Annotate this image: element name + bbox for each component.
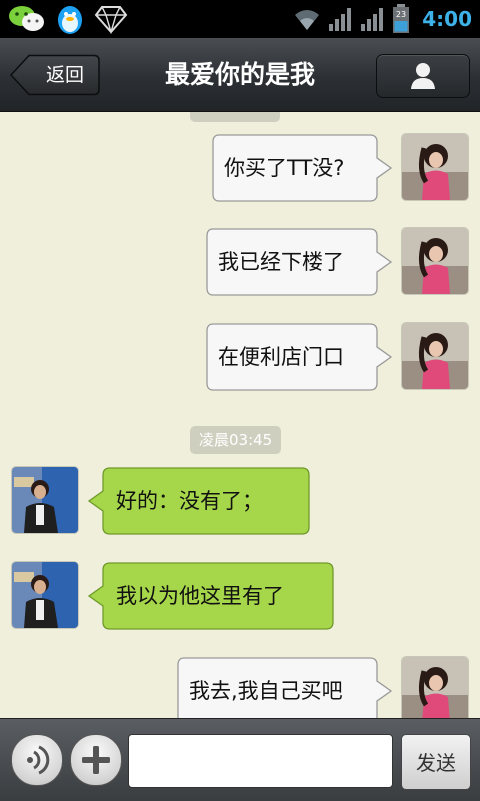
person-icon [411, 63, 435, 89]
status-bar: 23 4:00 [0, 0, 480, 38]
friend-avatar[interactable] [12, 562, 78, 628]
incoming-bubble[interactable]: 我以为他这里有了 [87, 562, 334, 630]
profile-button[interactable] [376, 54, 470, 98]
message-text: 我以为他这里有了 [116, 584, 284, 608]
page-title: 最爱你的是我 [164, 60, 315, 89]
message-text: 我已经下楼了 [218, 250, 344, 274]
qq-penguin-icon [58, 6, 82, 34]
message-input[interactable] [128, 734, 393, 788]
system-icons: 23 4:00 [292, 0, 472, 38]
my-avatar[interactable] [402, 657, 468, 718]
friend-avatar[interactable] [12, 467, 78, 533]
plus-icon [82, 746, 110, 774]
message-text: 你买了TT没? [224, 156, 345, 180]
message-text: 好的：没有了； [116, 489, 263, 513]
message-text: 在便利店门口 [218, 345, 344, 369]
clock: 4:00 [422, 7, 472, 31]
input-bar: 发送 [0, 718, 480, 801]
outgoing-bubble[interactable]: 你买了TT没? [212, 134, 394, 202]
voice-button[interactable] [11, 734, 63, 786]
signal-icon [361, 8, 384, 31]
message-text: 我去,我自己买吧 [189, 679, 343, 703]
wechat-icon [9, 6, 44, 31]
wifi-icon [295, 10, 320, 31]
my-avatar[interactable] [402, 134, 468, 200]
my-avatar[interactable] [402, 228, 468, 294]
outgoing-bubble[interactable]: 我去,我自己买吧 [177, 657, 394, 718]
chat-history[interactable]: 你买了TT没? 我已经下楼了 在便利店门口 凌晨03:45 好的：没有了； 我以… [0, 112, 480, 718]
back-label: 返回 [45, 64, 84, 86]
my-avatar[interactable] [402, 323, 468, 389]
outgoing-bubble[interactable]: 我已经下楼了 [206, 228, 394, 296]
send-button[interactable]: 发送 [401, 734, 471, 790]
notification-icons [8, 2, 128, 36]
back-button[interactable]: 返回 [10, 54, 100, 96]
voice-icon [27, 745, 50, 775]
signal-icon [329, 8, 352, 31]
timestamp-chip: 凌晨03:45 [190, 426, 282, 454]
timestamp-chip [190, 112, 280, 122]
header: 返回 最爱你的是我 [0, 38, 480, 112]
plus-button[interactable] [70, 734, 122, 786]
battery-level: 23 [396, 10, 406, 19]
battery-icon: 23 [393, 4, 410, 33]
outgoing-bubble[interactable]: 在便利店门口 [206, 323, 394, 391]
diamond-icon [94, 6, 128, 34]
incoming-bubble[interactable]: 好的：没有了； [87, 467, 310, 535]
